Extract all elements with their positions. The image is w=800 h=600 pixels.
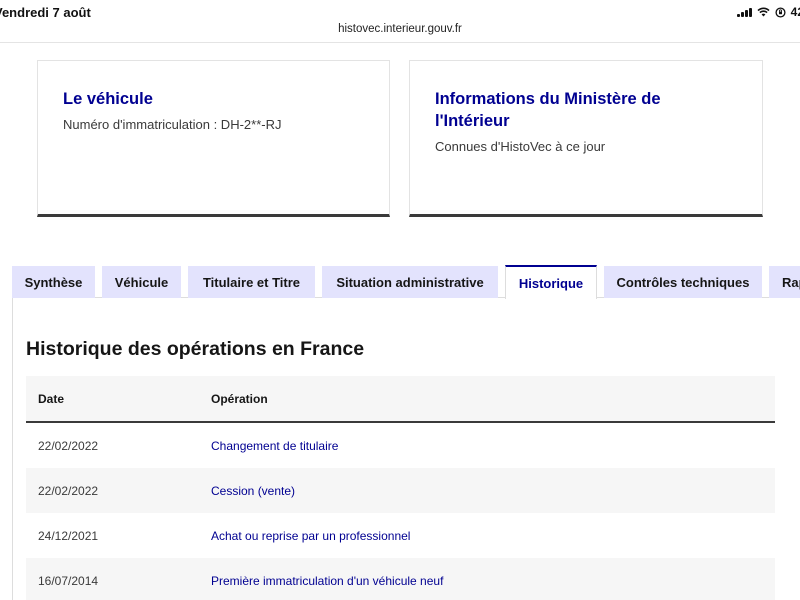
address-bar[interactable]: histovec.interieur.gouv.fr <box>0 23 800 41</box>
status-bar: Vendredi 7 août 42 <box>0 0 800 24</box>
tab-historique[interactable]: Historique <box>505 265 597 299</box>
row-date: 16/07/2014 <box>38 573 99 588</box>
tab-bar: Synthèse Véhicule Titulaire et Titre Sit… <box>0 265 800 299</box>
table-row: 24/12/2021 Achat ou reprise par un profe… <box>26 513 775 558</box>
toolbar-divider <box>0 42 800 43</box>
cellular-signal-icon <box>736 7 752 17</box>
tab-rapport-partial[interactable]: Rap <box>769 266 800 298</box>
table-header: Date Opération <box>26 376 775 423</box>
row-operation: Première immatriculation d'un véhicule n… <box>211 573 444 588</box>
table-body: 22/02/2022 Changement de titulaire 22/02… <box>26 423 775 600</box>
table-row: 22/02/2022 Cession (vente) <box>26 468 775 513</box>
history-title: Historique des opérations en France <box>26 338 365 360</box>
tab-controles-techniques[interactable]: Contrôles techniques <box>604 266 762 298</box>
vehicle-card: Le véhicule Numéro d'immatriculation : D… <box>37 60 390 217</box>
url-text: histovec.interieur.gouv.fr <box>338 23 462 35</box>
tab-situation-administrative[interactable]: Situation administrative <box>322 266 498 298</box>
tab-synthese[interactable]: Synthèse <box>12 266 95 298</box>
tab-vehicule[interactable]: Véhicule <box>102 266 181 298</box>
ministry-card: Informations du Ministère de l'Intérieur… <box>409 60 763 217</box>
wifi-icon <box>757 7 770 17</box>
tab-titulaire-titre[interactable]: Titulaire et Titre <box>188 266 315 298</box>
history-table: Date Opération 22/02/2022 Changement de … <box>26 376 775 600</box>
vehicle-card-title: Le véhicule <box>63 90 153 108</box>
registration-number: Numéro d'immatriculation : DH-2**-RJ <box>63 117 282 132</box>
orientation-lock-icon <box>775 6 786 18</box>
column-header-operation: Opération <box>211 391 268 406</box>
row-date: 22/02/2022 <box>38 483 99 498</box>
row-date: 22/02/2022 <box>38 438 99 453</box>
table-row: 16/07/2014 Première immatriculation d'un… <box>26 558 775 600</box>
ministry-card-title: Informations du Ministère de l'Intérieur <box>435 90 661 130</box>
status-time: Vendredi 7 août <box>0 5 91 20</box>
ministry-card-description: Connues d'HistoVec à ce jour <box>435 139 606 154</box>
column-header-date: Date <box>38 391 65 406</box>
row-operation: Cession (vente) <box>211 483 296 498</box>
row-operation: Changement de titulaire <box>211 438 339 453</box>
row-date: 24/12/2021 <box>38 528 99 543</box>
status-icons: 42 <box>736 5 800 19</box>
row-operation: Achat ou reprise par un professionnel <box>211 528 411 543</box>
table-row: 22/02/2022 Changement de titulaire <box>26 423 775 468</box>
battery-level: 42 <box>790 5 800 19</box>
